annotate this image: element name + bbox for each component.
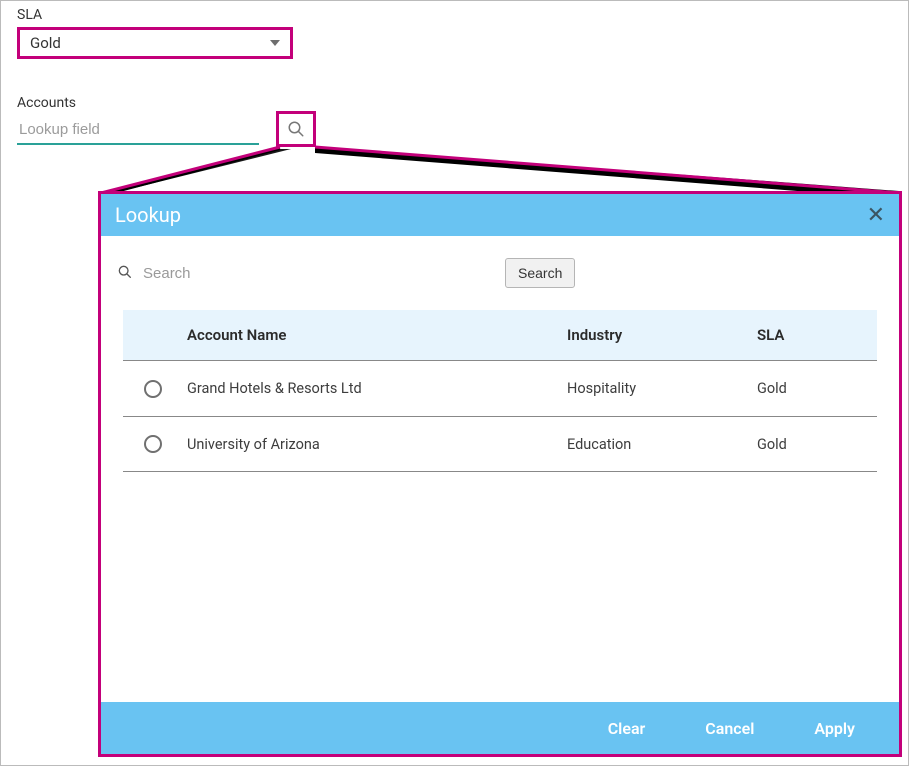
lookup-search-wrap bbox=[123, 261, 493, 286]
chevron-down-icon bbox=[270, 40, 280, 46]
app-frame: SLA Gold Accounts Lookup ✕ bbox=[0, 0, 909, 766]
accounts-field-group: Accounts bbox=[17, 95, 317, 145]
accounts-label: Accounts bbox=[17, 95, 317, 111]
row-account-name: University of Arizona bbox=[183, 436, 567, 453]
apply-button[interactable]: Apply bbox=[814, 719, 855, 738]
row-radio-cell bbox=[123, 380, 183, 398]
clear-button[interactable]: Clear bbox=[608, 719, 646, 738]
grid-header-sla: SLA bbox=[757, 326, 877, 344]
row-sla: Gold bbox=[757, 380, 877, 397]
close-icon[interactable]: ✕ bbox=[867, 203, 885, 228]
lookup-modal: Lookup ✕ Search Account Name Indust bbox=[98, 191, 902, 757]
lookup-modal-title: Lookup bbox=[115, 203, 181, 227]
row-sla: Gold bbox=[757, 436, 877, 453]
lookup-search-input[interactable] bbox=[123, 261, 346, 286]
search-icon bbox=[287, 120, 305, 138]
row-radio[interactable] bbox=[144, 435, 162, 453]
lookup-modal-body: Search Account Name Industry SLA Grand H… bbox=[101, 236, 899, 702]
table-row[interactable]: University of Arizona Education Gold bbox=[123, 416, 877, 472]
lookup-search-row: Search bbox=[123, 258, 877, 288]
sla-value: Gold bbox=[30, 34, 61, 52]
row-account-name: Grand Hotels & Resorts Ltd bbox=[183, 380, 567, 397]
accounts-lookup-search-button[interactable] bbox=[276, 111, 316, 147]
sla-dropdown[interactable]: Gold bbox=[17, 27, 293, 59]
row-industry: Education bbox=[567, 436, 757, 453]
lookup-results-grid: Account Name Industry SLA Grand Hotels &… bbox=[123, 310, 877, 472]
sla-field-group: SLA Gold bbox=[17, 7, 297, 59]
sla-label: SLA bbox=[17, 7, 297, 23]
table-row[interactable]: Grand Hotels & Resorts Ltd Hospitality G… bbox=[123, 360, 877, 416]
row-radio-cell bbox=[123, 435, 183, 453]
accounts-lookup-input[interactable] bbox=[17, 115, 259, 145]
row-industry: Hospitality bbox=[567, 380, 757, 397]
row-radio[interactable] bbox=[144, 380, 162, 398]
lookup-modal-footer: Clear Cancel Apply bbox=[101, 702, 899, 754]
cancel-button[interactable]: Cancel bbox=[705, 719, 754, 738]
grid-header-row: Account Name Industry SLA bbox=[123, 310, 877, 360]
grid-header-name: Account Name bbox=[183, 326, 567, 344]
lookup-search-button[interactable]: Search bbox=[505, 258, 575, 288]
grid-header-industry: Industry bbox=[567, 326, 757, 344]
lookup-modal-header: Lookup ✕ bbox=[101, 194, 899, 236]
